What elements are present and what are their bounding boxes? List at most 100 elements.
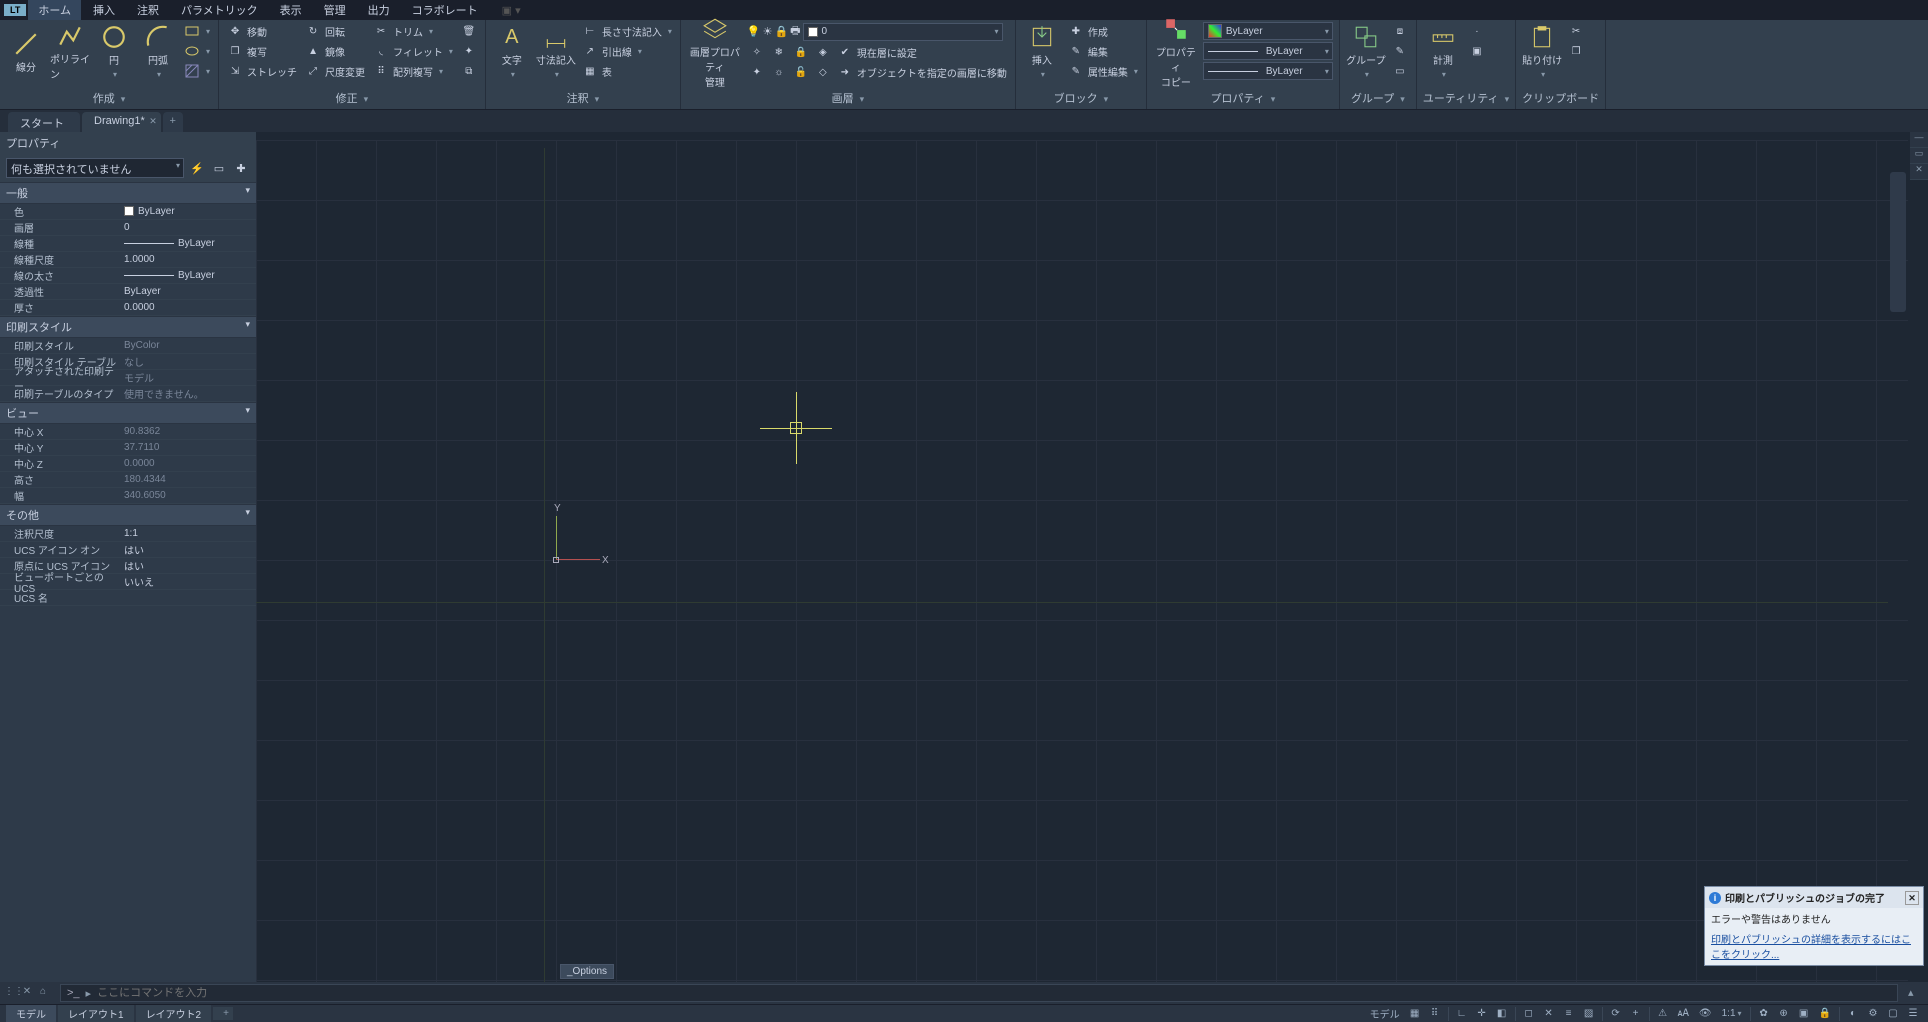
prop-transparency[interactable]: 透過性ByLayer bbox=[0, 284, 256, 300]
tab-start[interactable]: スタート bbox=[8, 112, 80, 132]
cmdline-options-button[interactable]: ⌂ bbox=[36, 986, 50, 1000]
menu-view[interactable]: 表示 bbox=[270, 0, 312, 20]
section-other[interactable]: その他▾ bbox=[0, 504, 256, 526]
tab-drawing1[interactable]: Drawing1*✕ bbox=[82, 112, 161, 132]
annotation-monitor-button[interactable]: ⚠ bbox=[1654, 1006, 1672, 1022]
workspace-switch-button[interactable]: ✿ bbox=[1755, 1006, 1773, 1022]
rectangle-button[interactable] bbox=[182, 22, 212, 40]
fillet-button[interactable]: ◟フィレット bbox=[371, 42, 455, 60]
paste-button[interactable]: 貼り付け bbox=[1522, 22, 1562, 82]
hardware-accel-button[interactable]: ⚙ bbox=[1864, 1006, 1882, 1022]
quick-select-button[interactable]: ⚡ bbox=[188, 159, 206, 177]
cmdline-close-button[interactable]: ✕ bbox=[20, 986, 34, 1000]
lock-icon[interactable]: 🔒 bbox=[774, 25, 788, 38]
ortho-toggle-button[interactable]: ∟ bbox=[1453, 1006, 1471, 1022]
rotate-button[interactable]: ↻回転 bbox=[303, 22, 367, 40]
section-view[interactable]: ビュー▾ bbox=[0, 402, 256, 424]
cut-button[interactable]: ✂ bbox=[1566, 22, 1586, 40]
array-button[interactable]: ⠿配列複写 bbox=[371, 62, 455, 80]
tab-add-button[interactable]: + bbox=[163, 112, 183, 132]
group-edit-button[interactable]: ✎ bbox=[1390, 42, 1410, 60]
layer-freeze-button[interactable]: ❄ bbox=[769, 43, 789, 61]
section-plotstyle[interactable]: 印刷スタイル▾ bbox=[0, 316, 256, 338]
polyline-button[interactable]: ポリライン bbox=[50, 22, 90, 82]
prop-ltscale[interactable]: 線種尺度1.0000 bbox=[0, 252, 256, 268]
layer-on-button[interactable]: ✦ bbox=[747, 63, 767, 81]
menu-manage[interactable]: 管理 bbox=[314, 0, 356, 20]
stretch-button[interactable]: ⇲ストレッチ bbox=[225, 62, 299, 80]
dimension-button[interactable]: 寸法記入 bbox=[536, 22, 576, 82]
osnap-toggle-button[interactable]: ◻ bbox=[1520, 1006, 1538, 1022]
chevron-down-icon[interactable] bbox=[155, 69, 161, 80]
prop-thickness[interactable]: 厚さ0.0000 bbox=[0, 300, 256, 316]
erase-button[interactable]: 🗑 bbox=[459, 22, 479, 40]
layer-combo[interactable]: 0 ▾ bbox=[803, 23, 1003, 41]
circle-button[interactable]: 円 bbox=[94, 22, 134, 82]
lineweight-combo[interactable]: ByLayer▾ bbox=[1203, 62, 1333, 80]
close-icon[interactable]: ✕ bbox=[149, 116, 157, 127]
layer-uniso-button[interactable]: ◇ bbox=[813, 63, 833, 81]
match-properties-button[interactable]: プロパティ コピー bbox=[1153, 22, 1199, 82]
tab-layout1[interactable]: レイアウト1 bbox=[58, 1005, 134, 1022]
prop-ucs-name[interactable]: UCS 名 bbox=[0, 590, 256, 606]
scale-button[interactable]: ⤢尺度変更 bbox=[303, 62, 367, 80]
status-model-button[interactable]: モデル bbox=[1366, 1006, 1404, 1022]
layer-unlock-button[interactable]: 🔓 bbox=[791, 63, 811, 81]
command-input[interactable] bbox=[97, 987, 1891, 999]
menu-overflow-icon[interactable]: ▣ ▾ bbox=[502, 4, 521, 17]
navigation-bar[interactable] bbox=[1878, 172, 1918, 322]
cmdline-grip-icon[interactable]: ⋮⋮ bbox=[4, 986, 18, 1000]
add-layout-button[interactable]: + bbox=[213, 1007, 233, 1020]
copy-clip-button[interactable]: ❐ bbox=[1566, 42, 1586, 60]
autoscale-toggle-button[interactable]: 🗚 bbox=[1674, 1006, 1693, 1022]
drawing-canvas[interactable]: Y X bbox=[256, 140, 1908, 982]
command-input-wrap[interactable]: >_ ▸ bbox=[60, 984, 1898, 1002]
insert-block-button[interactable]: 挿入 bbox=[1022, 22, 1062, 82]
hatch-button[interactable] bbox=[182, 62, 212, 80]
transparency-toggle-button[interactable]: ▨ bbox=[1580, 1006, 1598, 1022]
leader-button[interactable]: ↗引出線 bbox=[580, 42, 674, 60]
table-button[interactable]: ▦表 bbox=[580, 62, 674, 80]
menu-home[interactable]: ホーム bbox=[28, 0, 81, 20]
prop-annoscale[interactable]: 注釈尺度1:1 bbox=[0, 526, 256, 542]
layer-off-button[interactable]: ✧ bbox=[747, 43, 767, 61]
prop-lineweight[interactable]: 線の太さByLayer bbox=[0, 268, 256, 284]
clean-screen-button[interactable]: ▢ bbox=[1884, 1006, 1902, 1022]
drawing-area[interactable]: — ▭ ✕ Y X bbox=[256, 132, 1928, 982]
anno-visibility-button[interactable]: 👁 bbox=[1695, 1006, 1716, 1022]
menu-annotate[interactable]: 注釈 bbox=[127, 0, 169, 20]
color-combo[interactable]: ByLayer▾ bbox=[1203, 22, 1333, 40]
line-button[interactable]: 線分 bbox=[6, 22, 46, 82]
layer-iso-button[interactable]: ◈ bbox=[813, 43, 833, 61]
tab-model[interactable]: モデル bbox=[6, 1005, 56, 1022]
text-button[interactable]: A 文字 bbox=[492, 22, 532, 82]
move-button[interactable]: ✥移動 bbox=[225, 22, 299, 40]
measure-button[interactable]: 計測 bbox=[1423, 22, 1463, 82]
menu-collaborate[interactable]: コラボレート bbox=[402, 0, 488, 20]
block-edit-button[interactable]: ✎編集 bbox=[1066, 42, 1140, 60]
otrack-toggle-button[interactable]: ✕ bbox=[1540, 1006, 1558, 1022]
set-current-layer-button[interactable]: ✔現在層に設定 bbox=[835, 43, 919, 61]
toast-details-link[interactable]: 印刷とパブリッシュの詳細を表示するにはここをクリック... bbox=[1705, 929, 1923, 965]
toggle-pickadd-button[interactable]: ✚ bbox=[232, 159, 250, 177]
anno-scale-button[interactable]: 1:1 bbox=[1718, 1006, 1746, 1022]
menu-output[interactable]: 出力 bbox=[358, 0, 400, 20]
arc-button[interactable]: 円弧 bbox=[138, 22, 178, 82]
prop-ucsicon-on[interactable]: UCS アイコン オンはい bbox=[0, 542, 256, 558]
isodraft-toggle-button[interactable]: ◧ bbox=[1493, 1006, 1511, 1022]
units-button[interactable]: ⊕ bbox=[1775, 1006, 1793, 1022]
explode-button[interactable]: ✦ bbox=[459, 42, 479, 60]
menu-parametric[interactable]: パラメトリック bbox=[171, 0, 268, 20]
plot-icon[interactable]: 🖶 bbox=[790, 22, 800, 41]
layer-properties-button[interactable]: 画層プロパティ 管理 bbox=[687, 22, 743, 82]
block-attr-edit-button[interactable]: ✎属性編集 bbox=[1066, 62, 1140, 80]
point-button[interactable]: · bbox=[1467, 22, 1487, 40]
move-to-layer-button[interactable]: ➜オブジェクトを指定の画層に移動 bbox=[835, 63, 1009, 81]
offset-button[interactable]: ⧉ bbox=[459, 62, 479, 80]
prop-ucs-per-vp[interactable]: ビューポートごとの UCSいいえ bbox=[0, 574, 256, 590]
polar-toggle-button[interactable]: ✛ bbox=[1473, 1006, 1491, 1022]
bulb-icon[interactable]: 💡 bbox=[747, 25, 761, 38]
minimize-viewport-button[interactable]: — bbox=[1910, 132, 1928, 148]
section-general[interactable]: 一般▾ bbox=[0, 182, 256, 204]
tab-layout2[interactable]: レイアウト2 bbox=[136, 1005, 212, 1022]
